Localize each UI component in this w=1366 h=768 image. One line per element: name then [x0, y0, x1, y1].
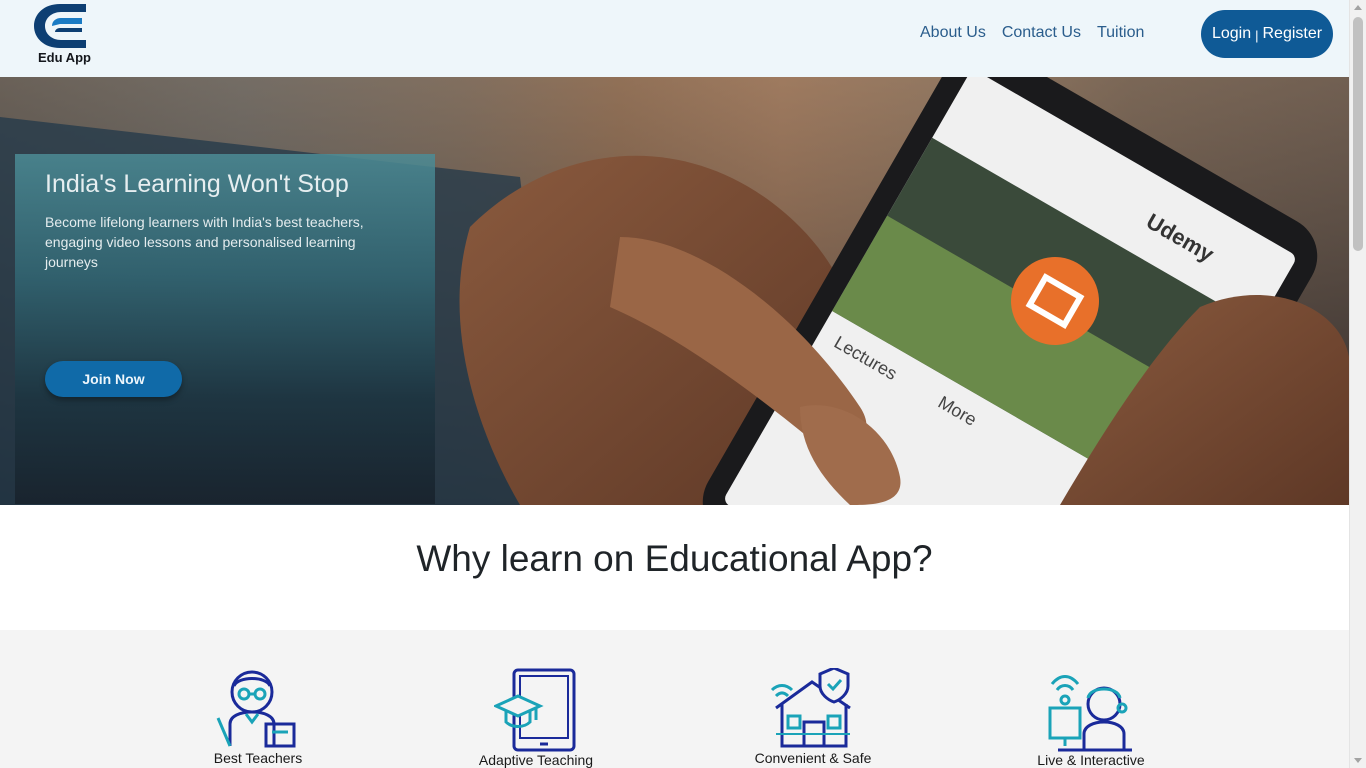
features-section: Best Teachers Adaptive Teaching Convenie	[0, 630, 1349, 768]
main-nav: About Us Contact Us Tuition	[920, 24, 1160, 42]
feature-label: Convenient & Safe	[754, 750, 872, 766]
feature-adaptive-teaching: Adaptive Teaching	[446, 668, 626, 768]
nav-tuition[interactable]: Tuition	[1097, 24, 1144, 42]
scroll-down-arrow-icon[interactable]	[1354, 758, 1362, 763]
brand-logo[interactable]: Edu App	[28, 0, 100, 70]
scroll-thumb[interactable]	[1353, 17, 1363, 251]
nav-contact-us[interactable]: Contact Us	[1002, 24, 1081, 42]
feature-label: Adaptive Teaching	[478, 752, 594, 768]
feature-label: Best Teachers	[213, 750, 303, 766]
feature-best-teachers: Best Teachers	[168, 668, 348, 766]
join-now-button[interactable]: Join Now	[45, 361, 182, 397]
login-link[interactable]: Login	[1212, 25, 1251, 43]
register-link[interactable]: Register	[1262, 25, 1322, 43]
teacher-icon	[216, 670, 296, 748]
scroll-up-arrow-icon[interactable]	[1354, 5, 1362, 10]
why-section: Why learn on Educational App?	[0, 505, 1349, 630]
why-title: Why learn on Educational App?	[416, 538, 933, 579]
nav-about-us[interactable]: About Us	[920, 24, 986, 42]
logo-icon	[34, 4, 86, 48]
feature-live-interactive: Live & Interactive	[1001, 668, 1181, 768]
hero-subtitle: Become lifelong learners with India's be…	[45, 214, 364, 270]
tablet-graduation-icon	[494, 668, 576, 752]
hero-card: India's Learning Won't Stop Become lifel…	[15, 154, 435, 504]
hero-title: India's Learning Won't Stop	[45, 170, 349, 198]
login-register-button[interactable]: Login | Register	[1201, 10, 1333, 58]
feature-convenient-safe: Convenient & Safe	[723, 668, 903, 766]
top-navbar: Edu App About Us Contact Us Tuition Logi…	[0, 0, 1349, 77]
feature-label: Live & Interactive	[1037, 752, 1145, 768]
safe-home-icon	[770, 668, 851, 748]
login-separator: |	[1255, 27, 1259, 43]
live-interactive-icon	[1048, 675, 1132, 752]
logo-text: Edu App	[38, 50, 91, 65]
hero-banner: Udemy Lectures More India's Learning Won…	[0, 77, 1349, 505]
page-scrollbar[interactable]	[1349, 0, 1366, 768]
